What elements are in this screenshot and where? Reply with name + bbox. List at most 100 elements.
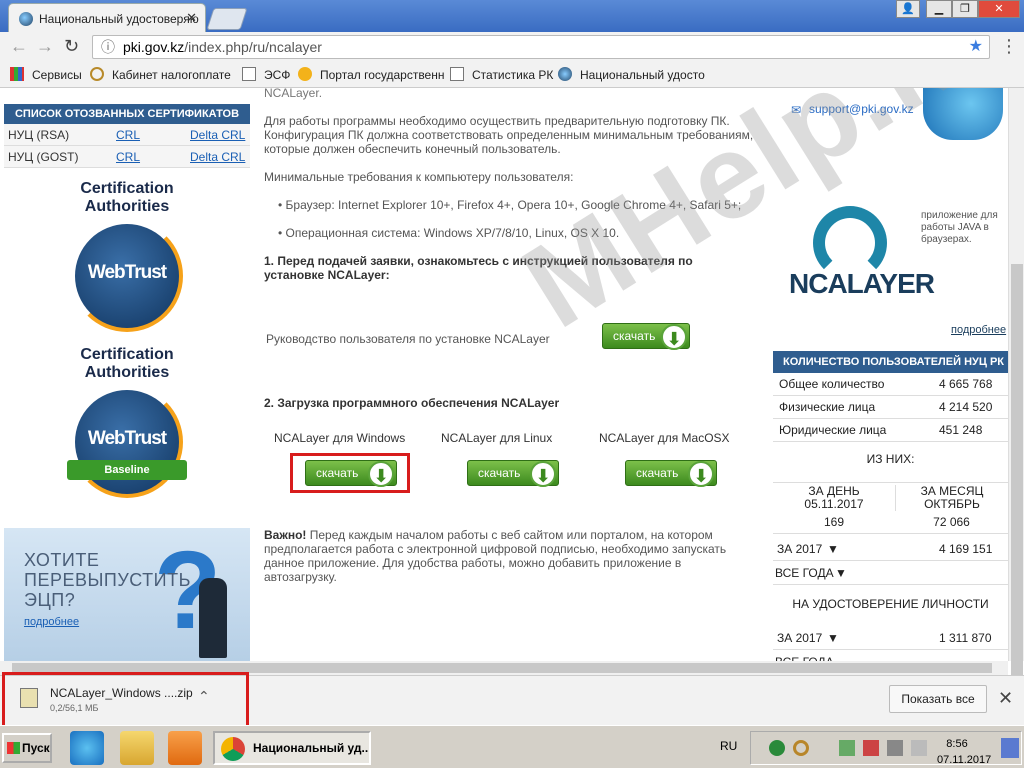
revoked-row: НУЦ (GOST) CRL Delta CRL (4, 146, 250, 168)
reissue-promo-banner[interactable]: ? ХОТИТЕ ПЕРЕВЫПУСТИТЬ ЭЦП? подробнее (4, 528, 250, 661)
display-icon[interactable] (887, 740, 903, 756)
crl-link[interactable]: CRL (116, 124, 140, 146)
req-os: • Операционная система: Windows XP/7/8/1… (278, 226, 620, 240)
close-download-bar-icon[interactable]: ✕ (998, 688, 1013, 709)
col-mac: NCALayer для MacOSX (599, 431, 730, 445)
show-all-button[interactable]: Показать все (889, 685, 987, 713)
download-manual-button[interactable]: скачать ⬇ (602, 323, 690, 350)
minimize-button[interactable]: ▁ (926, 0, 952, 18)
info-icon[interactable]: ⓘ (101, 36, 115, 58)
network-icon[interactable] (769, 740, 785, 756)
tab-close-icon[interactable]: ✕ (186, 10, 197, 26)
all-years-row[interactable]: ВСЕ ГОДА (773, 651, 1008, 661)
start-button[interactable]: Пуск (2, 733, 52, 763)
crl-link[interactable]: CRL (116, 146, 140, 168)
clock-time: 8:56 (946, 738, 968, 750)
stats-label: Общее количество (779, 377, 885, 391)
page-icon (242, 67, 256, 81)
internet-explorer-icon[interactable] (70, 731, 104, 765)
star-bookmark-icon[interactable]: ★ (969, 36, 983, 58)
ncalayer-banner[interactable]: NCALAYER приложение для работы JAVA в бр… (773, 188, 1008, 338)
step1-title: 1. Перед подачей заявки, ознакомьтесь с … (264, 254, 693, 282)
year-label: ЗА 2017 (777, 542, 823, 556)
step2-title: 2. Загрузка программного обеспечения NCA… (264, 396, 560, 410)
title-bar: Национальный удостоверяю ✕ 👤 ▁ ❐ ✕ (0, 0, 1024, 32)
important-label: Важно! (264, 528, 307, 542)
revoked-header: СПИСОК ОТОЗВАННЫХ СЕРТИФИКАТОВ (4, 104, 250, 124)
left-column: СПИСОК ОТОЗВАННЫХ СЕРТИФИКАТОВ НУЦ (RSA)… (4, 88, 250, 661)
language-indicator[interactable]: RU (720, 739, 737, 753)
close-window-button[interactable]: ✕ (978, 0, 1020, 18)
profile-icon[interactable]: 👤 (896, 0, 920, 18)
webtrust-badge[interactable]: Certification Authorities WebTrust (4, 180, 250, 332)
back-arrow-icon[interactable]: ← (10, 37, 28, 55)
day-label: ЗА ДЕНЬ 05.11.2017 (804, 484, 864, 511)
new-tab-button[interactable] (206, 8, 248, 30)
req-browser: • Браузер: Internet Explorer 10+, Firefo… (278, 198, 742, 212)
tray-app-icon[interactable] (793, 740, 809, 756)
ca-name: НУЦ (GOST) (8, 150, 79, 164)
clock[interactable]: 8:56 07.11.2017 (937, 736, 991, 768)
address-bar[interactable]: ⓘ pki.gov.kz/index.php/ru/ncalayer ★ (92, 35, 990, 59)
folder-icon[interactable] (120, 731, 154, 765)
expand-triangle-icon[interactable]: ▼ (835, 562, 847, 585)
show-desktop-icon[interactable] (1001, 738, 1019, 758)
taskbar: Пуск Национальный уд... RU 8:56 07.11.20… (0, 725, 1024, 768)
flag-alert-icon[interactable] (863, 740, 879, 756)
reload-icon[interactable]: ↻ (64, 37, 79, 55)
ncalayer-more-link[interactable]: подробнее (951, 324, 1006, 336)
start-label: Пуск (22, 741, 50, 755)
tab-title: Национальный удостоверяю (39, 12, 199, 26)
forward-arrow-icon[interactable]: → (36, 37, 54, 55)
promo-more-link[interactable]: подробнее (24, 616, 79, 628)
volume-icon[interactable] (911, 740, 927, 756)
year-row[interactable]: ЗА 2017 ▼ 4 169 151 (773, 538, 1008, 561)
download-windows-button[interactable]: скачать ⬇ (305, 460, 397, 487)
baseline-ribbon: Baseline (67, 460, 187, 480)
restore-button[interactable]: ❐ (952, 0, 978, 18)
req-browser-text: Браузер: Internet Explorer 10+, Firefox … (285, 198, 742, 212)
delta-crl-link[interactable]: Delta CRL (190, 146, 245, 168)
tax-cabinet-icon (90, 67, 104, 81)
bookmark-services[interactable]: Сервисы (32, 68, 82, 82)
menu-icon[interactable]: ⋮ (1000, 37, 1018, 55)
url-host: pki.gov.kz (123, 39, 185, 55)
manual-label: Руководство пользователя по установке NC… (266, 332, 550, 346)
download-label: скачать (613, 329, 656, 343)
download-item[interactable]: NCALayer_Windows ....zip 0,2/56,1 МБ ⌃ (12, 684, 232, 720)
expand-triangle-icon[interactable]: ▼ (827, 538, 839, 561)
download-bar: NCALayer_Windows ....zip 0,2/56,1 МБ ⌃ П… (0, 672, 1024, 728)
download-label: скачать (478, 466, 521, 480)
bookmark-stat[interactable]: Статистика РК (472, 68, 553, 82)
expand-triangle-icon[interactable]: ▼ (827, 627, 839, 650)
bookmark-nuc[interactable]: Национальный удосто (580, 68, 705, 82)
active-window-title: Национальный уд... (253, 741, 371, 755)
stats-value: 4 214 520 (939, 400, 993, 414)
system-tray: 8:56 07.11.2017 (750, 731, 1022, 768)
year-row[interactable]: ЗА 2017 ▼ 1 311 870 (773, 627, 1008, 650)
browser-tab[interactable]: Национальный удостоверяю ✕ (8, 3, 206, 32)
ncalayer-mascot-icon (923, 88, 1003, 140)
media-player-icon[interactable] (168, 731, 202, 765)
apps-grid-icon (10, 67, 24, 81)
webtrust-baseline-badge[interactable]: Certification Authorities WebTrust Basel… (4, 346, 250, 498)
stats-label: Физические лица (779, 400, 876, 414)
chevron-up-icon[interactable]: ⌃ (198, 688, 210, 705)
bookmark-esf[interactable]: ЭСФ (264, 68, 290, 82)
month-value: 72 066 (933, 515, 970, 529)
page-icon (450, 67, 464, 81)
zip-file-icon (20, 688, 38, 708)
delta-crl-link[interactable]: Delta CRL (190, 124, 245, 146)
vertical-scrollbar[interactable] (1008, 88, 1024, 754)
download-linux-button[interactable]: скачать ⬇ (467, 460, 559, 487)
bookmark-tax-cabinet[interactable]: Кабинет налогоплате (112, 68, 231, 82)
download-mac-button[interactable]: скачать ⬇ (625, 460, 717, 487)
security-icon[interactable] (839, 740, 855, 756)
download-arrow-icon: ⬇ (661, 324, 687, 350)
chrome-taskbar-button[interactable]: Национальный уд... (213, 731, 371, 765)
stats-value: 451 248 (939, 423, 983, 437)
ncalayer-caption: приложение для работы JAVA в браузерах. (921, 210, 998, 245)
bookmark-egov[interactable]: Портал государственн (320, 68, 444, 82)
support-email[interactable]: support@pki.gov.kz (809, 102, 914, 116)
all-years-row[interactable]: ВСЕ ГОДА ▼ (773, 562, 1008, 585)
